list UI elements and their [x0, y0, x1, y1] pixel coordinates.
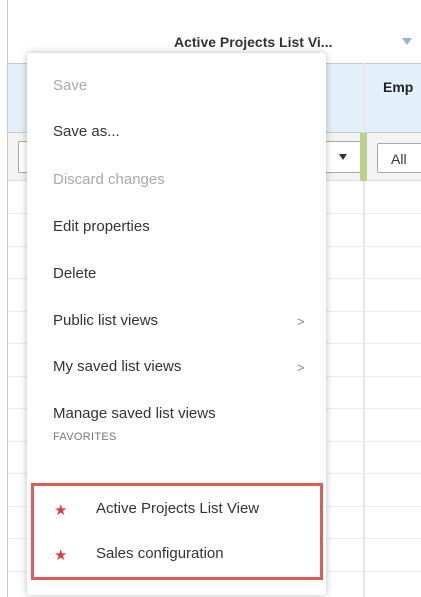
- menu-item-public-list-views[interactable]: Public list views: [53, 312, 158, 329]
- menu-item-delete[interactable]: Delete: [53, 265, 96, 282]
- list-view-menu: Save Save as... Discard changes Edit pro…: [27, 53, 326, 595]
- menu-item-manage-saved-list-views[interactable]: Manage saved list views: [53, 405, 216, 422]
- menu-item-my-saved-list-views[interactable]: My saved list views: [53, 358, 181, 375]
- menu-item-save[interactable]: Save: [53, 77, 87, 94]
- star-icon: ★: [54, 502, 68, 519]
- chevron-right-icon: >: [297, 360, 305, 375]
- favorites-highlight-box: [31, 483, 323, 580]
- chevron-right-icon: >: [297, 314, 305, 329]
- menu-item-save-as[interactable]: Save as...: [53, 123, 120, 140]
- menu-item-edit-properties[interactable]: Edit properties: [53, 218, 150, 235]
- favorite-item-active-projects[interactable]: Active Projects List View: [96, 500, 259, 517]
- column-header-emp[interactable]: Emp: [383, 79, 413, 95]
- emp-filter-value: All: [391, 151, 407, 167]
- menu-item-discard-changes[interactable]: Discard changes: [53, 171, 165, 188]
- caret-down-icon[interactable]: [339, 154, 347, 160]
- column-accent-bar: [360, 133, 367, 181]
- caret-down-icon[interactable]: [402, 38, 412, 45]
- list-view-selector-label[interactable]: Active Projects List Vi...: [174, 34, 332, 50]
- favorite-item-sales-configuration[interactable]: Sales configuration: [96, 545, 224, 562]
- star-icon: ★: [54, 547, 68, 564]
- favorites-section-label: FAVORITES: [53, 431, 117, 443]
